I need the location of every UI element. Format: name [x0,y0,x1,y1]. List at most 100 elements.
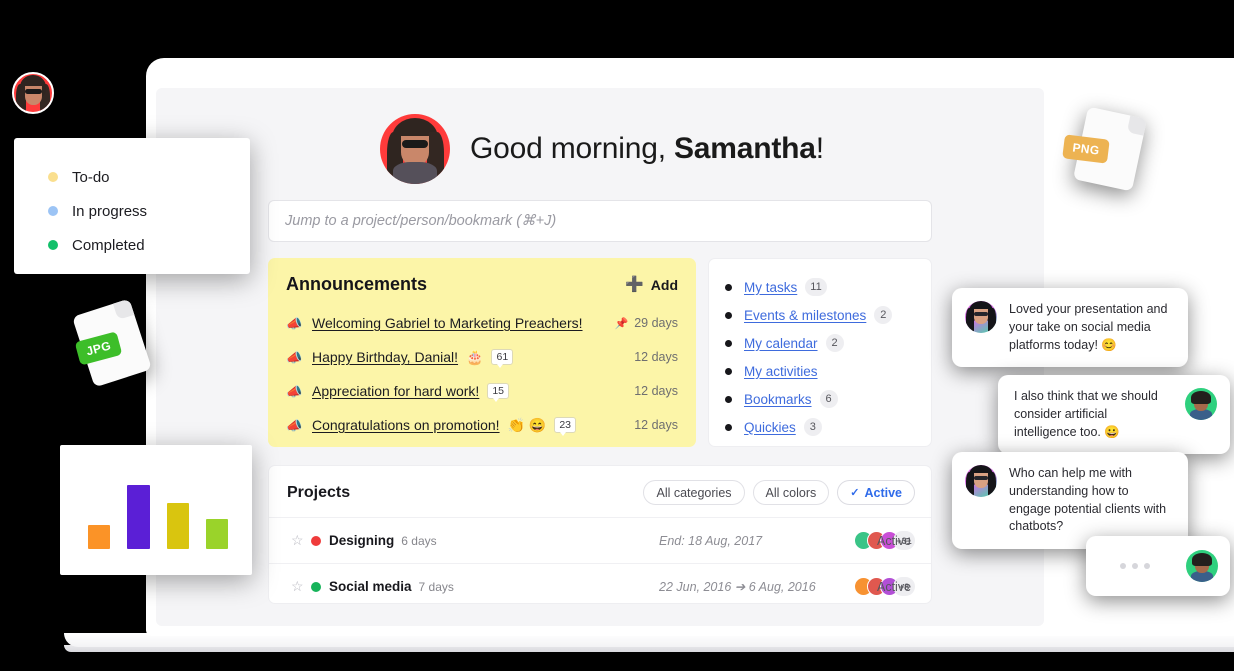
announcement-meta: 12 days [634,350,678,364]
announcement-link[interactable]: Welcoming Gabriel to Marketing Preachers… [312,315,583,331]
plus-icon: ➕ [625,276,644,293]
avatar-hair-top [1192,553,1212,566]
announcement-age: 29 days [634,316,678,330]
reaction-count-badge[interactable]: 61 [491,349,514,368]
avatar-body [393,162,437,184]
legend-item-in-progress: In progress [48,194,250,228]
projects-filters: All categories All colors ✓ Active [643,480,915,505]
file-corner-fold [112,298,135,320]
search-input[interactable]: Jump to a project/person/bookmark (⌘+J) [268,200,932,242]
status-badge: Active [877,579,912,594]
announcement-age: 12 days [634,350,678,364]
bullet-icon [725,311,732,319]
quicklink-count: 11 [805,278,827,296]
check-icon: ✓ [850,487,860,499]
bullet-icon [725,283,732,291]
table-row[interactable]: ☆ Designing 6 days End: 18 Aug, 2017 Act… [269,517,931,563]
bullet-icon [725,395,732,403]
announcement-age: 12 days [634,418,678,432]
search-placeholder: Jump to a project/person/bookmark (⌘+J) [285,213,557,229]
user-avatar [380,114,450,184]
announcement-row[interactable]: 📣 Congratulations on promotion! 👏 😄 23 1… [286,408,678,442]
chat-message-incoming: Loved your presentation and your take on… [952,288,1188,368]
projects-panel: Projects All categories All colors ✓ Act… [268,465,932,604]
quicklink-count: 6 [819,390,838,408]
megaphone-icon: 📣 [286,383,303,399]
megaphone-icon: 📣 [286,349,303,365]
quicklink-count: 2 [874,306,893,324]
announcement-link[interactable]: Happy Birthday, Danial! [312,349,458,365]
quicklink-item-events-milestones[interactable]: Events & milestones 2 [725,301,915,329]
announcement-row[interactable]: 📣 Happy Birthday, Danial! 🎂 61 12 days [286,340,678,374]
quicklink-item-my-calendar[interactable]: My calendar 2 [725,329,915,357]
filter-active[interactable]: ✓ Active [837,480,915,505]
projects-title: Projects [287,483,351,501]
quicklink-label[interactable]: Bookmarks [744,392,812,407]
status-badge: Active [877,533,912,548]
legend-label: In progress [72,202,148,220]
quicklink-label[interactable]: My calendar [744,336,818,351]
projects-header: Projects All categories All colors ✓ Act… [269,466,931,517]
project-duration: 7 days [418,579,454,594]
jpg-file-label: JPG [74,331,123,366]
filter-all-categories[interactable]: All categories [643,480,745,505]
table-row[interactable]: ☆ Social media 7 days 22 Jun, 2016 ➔ 6 A… [269,563,931,609]
quicklink-item-bookmarks[interactable]: Bookmarks 6 [725,385,915,413]
chat-text: Loved your presentation and your take on… [1009,302,1168,352]
chart-bar [205,518,228,549]
chat-text: Who can help me with understanding how t… [1009,466,1167,534]
chart-bar [88,525,111,549]
floating-user-avatar [12,72,54,114]
project-dates: 22 Jun, 2016 ➔ 6 Aug, 2016 [659,580,816,594]
project-name: Designing [329,533,395,548]
greeting-prefix: Good morning, [470,132,674,165]
woman-avatar [965,301,997,333]
quicklink-item-my-tasks[interactable]: My tasks 11 [725,273,915,301]
status-dot-in-progress [48,206,58,216]
typing-dot [1132,563,1138,569]
quicklink-label[interactable]: My tasks [744,280,797,295]
reaction-count-badge[interactable]: 15 [487,383,509,402]
announcement-meta: 12 days [634,418,678,432]
quicklink-item-quickies[interactable]: Quickies 3 [725,413,915,441]
announcement-row[interactable]: 📣 Welcoming Gabriel to Marketing Preache… [286,306,678,340]
greeting-name: Samantha [673,132,816,165]
screenshot-stage: Good morning, Samantha! Jump to a projec… [0,0,1234,671]
legend-item-completed: Completed [48,228,250,262]
legend-label: To-do [72,168,110,186]
star-outline-icon[interactable]: ☆ [291,532,311,549]
add-announcement-button[interactable]: ➕ Add [625,277,678,293]
announcement-age: 12 days [634,384,678,398]
chat-message-outgoing: I also think that we should consider art… [998,375,1230,455]
announcements-title: Announcements [286,274,428,294]
quicklink-label[interactable]: Quickies [744,420,796,435]
typing-dot [1144,563,1150,569]
quicklink-label[interactable]: My activities [744,364,818,379]
reaction-count-badge[interactable]: 23 [554,417,577,436]
avatar-glasses [974,312,988,316]
announcement-meta: 12 days [634,384,678,398]
filter-all-colors[interactable]: All colors [752,480,830,505]
chart-bar [166,502,189,549]
announcement-row[interactable]: 📣 Appreciation for hard work! 15 12 days [286,374,678,408]
announcement-link[interactable]: Congratulations on promotion! [312,417,500,433]
quicklinks-panel: My tasks 11 Events & milestones 2 My cal… [708,258,932,447]
announcements-header: Announcements ➕ Add [286,274,678,295]
project-color-dot [311,581,321,592]
project-dates: End: 18 Aug, 2017 [659,533,763,548]
chat-text: I also think that we should consider art… [1014,389,1158,439]
bar-chart-card [60,445,252,575]
bullet-icon [725,367,732,375]
status-dot-completed [48,240,58,250]
announcement-emoji: 👏 😄 [507,417,547,433]
page-title: Good morning, Samantha! [470,132,824,166]
project-duration: 6 days [401,533,437,548]
announcement-link[interactable]: Appreciation for hard work! [312,383,479,399]
chart-bar [127,485,150,549]
announcement-meta: 📌 29 days [615,316,678,330]
star-outline-icon[interactable]: ☆ [291,578,311,595]
quicklink-item-my-activities[interactable]: My activities [725,357,915,385]
quicklink-label[interactable]: Events & milestones [744,308,866,323]
chat-message-incoming: Who can help me with understanding how t… [952,452,1188,549]
project-color-dot [311,535,321,546]
